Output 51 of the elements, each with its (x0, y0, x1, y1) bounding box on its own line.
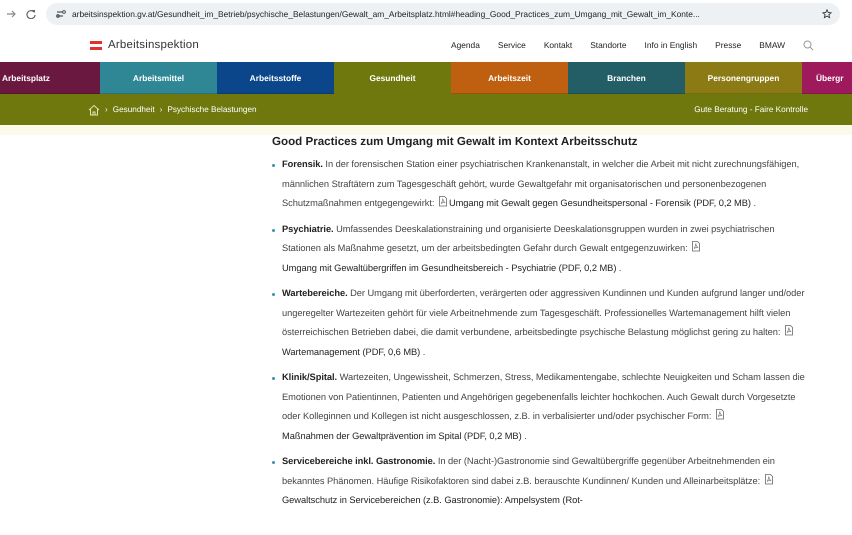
paragraph: Wartebereiche. Der Umgang mit überforderten, verärgerten oder aggressiven Kundinnen und Kunden aufgrund langer und/oder ungeregelter Wartezeiten gehört für viele Arbeitnehmende zum Tagesgeschäft. Professionelles Wartemanagement hilft vielen österreichischen Betrieben dabei, die damit verbundene, arbeitsbedingte psychische Belastung möglichst gering zu halten: Wartemanagement (PDF, 0,6 MB) . (282, 287, 806, 359)
bullet-icon (272, 461, 275, 464)
site-info-icon[interactable] (56, 9, 66, 19)
nav-link[interactable]: BMAW (759, 40, 785, 50)
pdf-file-icon (784, 325, 793, 336)
pdf-file-icon (692, 241, 700, 252)
url-text: arbeitsinspektion.gv.at/Gesundheit_im_Betrieb/psychische_Belastungen/Gewalt_am_Arbeitsplatz.html#heading_Good_Practices_zum_Umgang_mit_Gewalt_im_Konte... (72, 9, 701, 19)
category-tab[interactable]: Branchen (568, 62, 685, 94)
paragraph: Psychiatrie. Umfassendes Deeskalationstraining und organisierte Deeskalationsgruppen wurden in zwei psychiatrischen Stationen als Maßnahme gesetzt, um der arbeitsbedingten Gefahr durch Gewalt entgegenzuwirken: Umgang mit Gewaltübergriffen im Gesundheitsbereich - Psychiatrie (PDF, 0,2 MB) . (282, 222, 776, 275)
nav-link[interactable]: Kontakt (544, 40, 572, 50)
pdf-file-icon (764, 474, 773, 484)
breadcrumb-separator: › (160, 105, 162, 114)
category-tab[interactable]: Arbeitszeit (451, 62, 568, 94)
section-heading: Good Practices zum Umgang mit Gewalt im Kontext Arbeitsschutz (272, 135, 638, 149)
category-tab[interactable]: Personengruppen (685, 62, 802, 94)
bullet-icon (272, 293, 275, 296)
pdf-link[interactable]: Maßnahmen der Gewaltprävention im Spital (PDF, 0,2 MB) (282, 430, 522, 440)
nav-link[interactable]: Info in English (644, 40, 698, 50)
paragraph: Klinik/Spital. Wartezeiten, Ungewissheit, Schmerzen, Stress, Medikamentengabe, schlechte Neuigkeiten und Scham lassen die Emotionen von Patientinnen, Patienten und Angehörigen gegebenenfalls leichter hochkochen. Auch Gewalt durch Vorgesetzte oder Kolleginnen und Kollegen ist nicht ausgeschlossen, z.B. in verbalisierter und/oder psychischer Form: Maßnahmen der Gewaltprävention im Spital (PDF, 0,2 MB) . (282, 371, 806, 443)
bullet-icon (272, 228, 275, 232)
bullet-icon (272, 164, 275, 167)
pdf-link[interactable]: Umgang mit Gewaltübergriffen im Gesundheitsbereich - Psychiatrie (PDF, 0,2 MB) (282, 262, 616, 272)
site-logo-text[interactable]: Arbeitsinspektion (108, 39, 199, 51)
breadcrumb-link[interactable]: Psychische Belastungen (167, 105, 257, 114)
bookmark-star-icon[interactable] (822, 9, 832, 19)
tagline: Gute Beratung - Faire Kontrolle (694, 105, 808, 114)
nav-link[interactable]: Presse (715, 40, 742, 50)
pdf-file-icon (716, 409, 724, 420)
category-tab[interactable]: Gesundheit (334, 62, 451, 94)
breadcrumb-separator: › (105, 105, 108, 114)
category-tab[interactable]: Arbeitsmittel (100, 62, 217, 94)
home-icon[interactable] (88, 104, 100, 116)
category-tab[interactable]: Übergr (802, 62, 852, 94)
pdf-link[interactable]: Umgang mit Gewalt gegen Gesundheitspersonal - Forensik (PDF, 0,2 MB) (448, 198, 751, 208)
flag-logo-icon[interactable] (90, 40, 102, 50)
nav-link[interactable]: Agenda (451, 40, 480, 50)
reload-icon[interactable] (26, 9, 36, 19)
nav-link[interactable]: Standorte (590, 40, 627, 50)
breadcrumb-link[interactable]: Gesundheit (112, 105, 155, 114)
bullet-icon (272, 377, 275, 380)
pdf-file-icon (438, 196, 447, 207)
nav-link[interactable]: Service (498, 40, 526, 50)
forward-icon[interactable] (6, 9, 16, 19)
address-bar[interactable]: arbeitsinspektion.gv.at/Gesundheit_im_Betrieb/psychische_Belastungen/Gewalt_am_Arbeitsplatz.html#heading_Good_Practices_zum_Umgang_mit_Gewalt_im_Konte... (46, 3, 840, 25)
paragraph: Forensik. In der forensischen Station einer psychiatrischen Krankenanstalt, in welcher die Arbeit mit nicht zurechnungsfähigen, männlichen Straftätern zum Tagesgeschäft gehört, wurde Gewaltgefahr mit organisatorischen und personenbezogenen Schutzmaßnahmen entgegengewirkt: Umgang mit Gewalt gegen Gesundheitspersonal - Forensik (PDF, 0,2 MB) . (282, 158, 800, 210)
category-tab[interactable]: Arbeitsplatz (0, 62, 100, 94)
pdf-link[interactable]: Wartemanagement (PDF, 0,6 MB) (282, 346, 420, 356)
pdf-link[interactable]: Gewaltschutz in Servicebereichen (z.B. Gastronomie): Ampelsystem (Rot- (282, 495, 583, 505)
paragraph: Servicebereiche inkl. Gastronomie. In der (Nacht-)Gastronomie sind Gewaltübergriffe gegenüber Arbeitnehmenden ein bekanntes Phänomen. Häufige Risikofaktoren sind dabei z.B. berauschte Kundinnen/ Kunden und Alleinarbeitsplätze: Gewaltschutz in Servicebereichen (z.B. Gastronomie): Ampelsystem (Rot- (282, 455, 776, 507)
category-tab[interactable]: Arbeitsstoffe (217, 62, 334, 94)
search-icon[interactable] (803, 40, 814, 50)
